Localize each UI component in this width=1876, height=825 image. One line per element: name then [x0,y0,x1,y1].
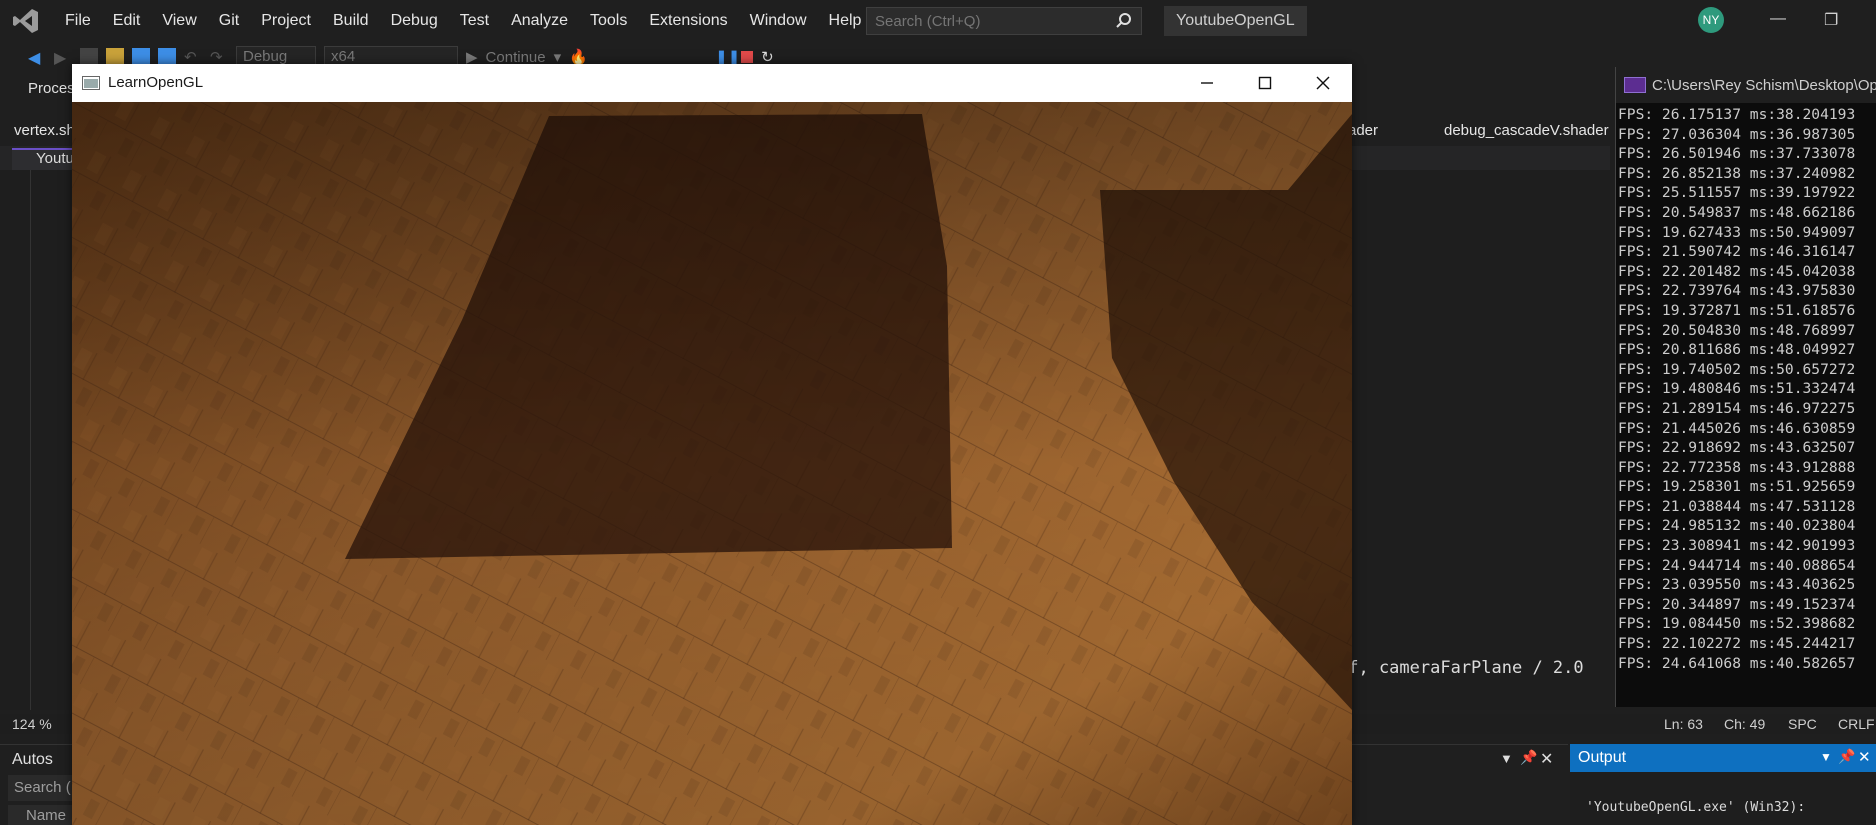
panel-dropdown-icon[interactable]: ▼ [1500,751,1513,766]
console-line: FPS: 20.344897 ms:49.152374 [1618,595,1856,613]
console-line: FPS: 19.372871 ms:51.618576 [1618,301,1856,319]
console-line: FPS: 21.590742 ms:46.316147 [1618,243,1856,261]
column-number: Ch: 49 [1724,716,1766,732]
console-output: FPS: 26.175137 ms:38.204193 FPS: 27.03630… [1618,105,1855,673]
console-line: FPS: 20.549837 ms:48.662186 [1618,203,1856,221]
opengl-render-canvas[interactable] [72,102,1352,825]
console-line: FPS: 26.175137 ms:38.204193 [1618,106,1856,123]
output-panel: Output ▼ 📌 ✕ 'YoutubeOpenGL.exe' (Win32)… [1570,744,1876,825]
process-row: Process [0,74,82,102]
search-box[interactable] [866,7,1142,35]
visual-studio-logo-icon [13,9,38,33]
menu-item-debug[interactable]: Debug [380,0,449,42]
output-close-icon[interactable]: ✕ [1858,748,1871,766]
output-header: Output ▼ 📌 ✕ [1570,744,1876,772]
stop-icon[interactable] [741,51,754,63]
console-line: FPS: 19.480846 ms:51.332474 [1618,380,1856,398]
editor-file-tab[interactable]: Youtu [12,148,80,170]
wood-floor-scene [72,102,1352,825]
console-line: FPS: 19.627433 ms:50.949097 [1618,223,1856,241]
autos-title: Autos [12,751,53,768]
console-line: FPS: 22.918692 ms:43.632507 [1618,439,1856,457]
close-panel-icon[interactable]: ✕ [1540,749,1553,769]
output-pin-icon[interactable]: 📌 [1838,748,1855,765]
line-number: Ln: 63 [1664,716,1703,732]
continue-button[interactable]: Continue [486,49,546,66]
zoom-level[interactable]: 124 % [12,716,52,732]
search-input[interactable] [875,12,1105,30]
indent-mode[interactable]: SPC [1788,716,1817,732]
menu-item-view[interactable]: View [151,0,207,42]
solution-name[interactable]: YoutubeOpenGL [1164,6,1307,36]
minimize-icon[interactable]: — [1770,10,1786,28]
console-line: FPS: 26.852138 ms:37.240982 [1618,164,1856,182]
console-line: FPS: 22.102272 ms:45.244217 [1618,635,1856,653]
console-line: FPS: 21.038844 ms:47.531128 [1618,497,1856,515]
output-text: 'YoutubeOpenGL.exe' (Win32): [1586,800,1806,815]
console-window[interactable]: C:\Users\Rey Schism\Desktop\Ope FPS: 26.… [1615,67,1876,707]
tab-debug-cascade[interactable]: debug_cascadeV.shader [1444,122,1609,139]
console-line: FPS: 23.039550 ms:43.403625 [1618,576,1856,594]
menu-item-extensions[interactable]: Extensions [638,0,738,42]
console-line: FPS: 19.740502 ms:50.657272 [1618,360,1856,378]
console-titlebar[interactable]: C:\Users\Rey Schism\Desktop\Ope [1616,67,1876,103]
maximize-icon[interactable] [1254,72,1276,94]
gl-titlebar[interactable]: LearnOpenGL [72,64,1352,102]
console-app-icon [1624,77,1646,93]
minimize-icon[interactable] [1196,72,1218,94]
console-title: C:\Users\Rey Schism\Desktop\Ope [1652,77,1876,94]
menu-item-analyze[interactable]: Analyze [500,0,579,42]
output-dropdown-icon[interactable]: ▼ [1820,750,1832,764]
console-line: FPS: 24.641068 ms:40.582657 [1618,654,1856,672]
menu-item-tools[interactable]: Tools [579,0,638,42]
console-line: FPS: 23.308941 ms:42.901993 [1618,537,1856,555]
menu-item-test[interactable]: Test [449,0,500,42]
back-icon[interactable]: ◀ [28,48,46,67]
console-line: FPS: 21.445026 ms:46.630859 [1618,419,1856,437]
console-line: FPS: 20.811686 ms:48.049927 [1618,341,1856,359]
menu-item-file[interactable]: File [54,0,102,42]
menu-item-git[interactable]: Git [208,0,250,42]
pin-icon[interactable]: 📌 [1520,749,1537,766]
window-app-icon [82,76,100,90]
console-line: FPS: 22.739764 ms:43.975830 [1618,282,1856,300]
console-line: FPS: 21.289154 ms:46.972275 [1618,399,1856,417]
line-gutter [30,170,40,710]
learnopengl-window[interactable]: LearnOpenGL [72,64,1352,825]
menu-item-window[interactable]: Window [739,0,818,42]
console-line: FPS: 27.036304 ms:36.987305 [1618,125,1856,143]
tab-vertex-shader[interactable]: vertex.sh [14,122,75,139]
console-line: FPS: 24.944714 ms:40.088654 [1618,556,1856,574]
tab-shader[interactable]: ader [1348,122,1378,139]
gl-window-title: LearnOpenGL [108,74,204,91]
forward-icon[interactable]: ▶ [54,48,72,67]
console-line: FPS: 20.504830 ms:48.768997 [1618,321,1856,339]
avatar[interactable]: NY [1698,7,1724,33]
menu-item-help[interactable]: Help [818,0,873,42]
console-line: FPS: 26.501946 ms:37.733078 [1618,145,1856,163]
menu-item-project[interactable]: Project [250,0,322,42]
console-line: FPS: 22.201482 ms:45.042038 [1618,262,1856,280]
menu-item-build[interactable]: Build [322,0,380,42]
close-icon[interactable] [1312,72,1334,94]
console-line: FPS: 25.511557 ms:39.197922 [1618,184,1856,202]
output-title: Output [1578,749,1627,766]
console-line: FPS: 22.772358 ms:43.912888 [1618,458,1856,476]
console-line: FPS: 19.084450 ms:52.398682 [1618,615,1856,633]
console-line: FPS: 24.985132 ms:40.023804 [1618,517,1856,535]
search-icon [1116,13,1131,28]
console-line: FPS: 19.258301 ms:51.925659 [1618,478,1856,496]
restore-icon[interactable]: ❐ [1824,10,1838,30]
code-line: 0f, cameraFarPlane / 2.0 [1338,658,1584,678]
menu-item-edit[interactable]: Edit [102,0,152,42]
line-ending[interactable]: CRLF [1838,716,1875,732]
